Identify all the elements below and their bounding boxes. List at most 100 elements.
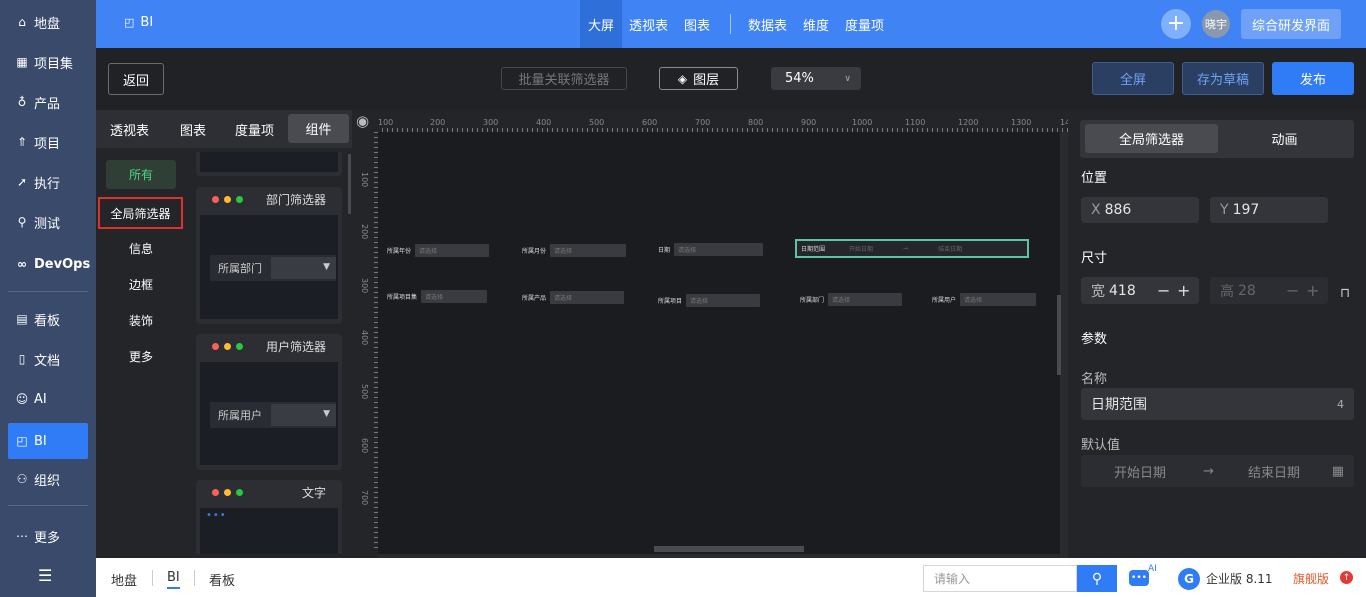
- ellipsis-icon: •••: [206, 510, 227, 521]
- filter-select[interactable]: 请选择: [550, 244, 627, 257]
- filter-select[interactable]: 请选择: [550, 291, 625, 304]
- back-button[interactable]: 返回: [108, 63, 164, 95]
- filter-user[interactable]: 所属用户 请选择: [932, 293, 1037, 306]
- nav-item-product[interactable]: ♁ 产品: [0, 84, 96, 120]
- upgrade-icon[interactable]: ↑: [1340, 571, 1353, 584]
- ruler-label: 300: [360, 278, 369, 294]
- filter-select[interactable]: 请选择: [686, 294, 761, 307]
- category-decoration[interactable]: 装饰: [106, 312, 176, 329]
- filter-project[interactable]: 所属项目 请选择: [658, 294, 761, 307]
- category-global-filter[interactable]: 全局筛选器: [98, 197, 183, 229]
- nav-item-execution[interactable]: ➚ 执行: [0, 164, 96, 200]
- tab-metric[interactable]: 度量项: [837, 0, 892, 48]
- width-input[interactable]: 宽 418 − +: [1081, 277, 1199, 304]
- canvas-scrollbar-horizontal[interactable]: [654, 546, 804, 552]
- ruler-label: 500: [360, 384, 369, 400]
- ai-chat-icon[interactable]: •••: [1129, 570, 1149, 586]
- left-nav: ⌂ 地盘 ▦ 项目集 ♁ 产品 ⇑ 项目 ➚ 执行 ⚲ 测试 ∞ DevOps ▤ 看板 ▯ 文档…: [0, 0, 96, 597]
- bulb-icon: ♁: [17, 95, 27, 109]
- nav-item-org[interactable]: ⚇ 组织: [0, 461, 96, 497]
- char-count: 4: [1337, 397, 1344, 411]
- search-input[interactable]: 请输入: [923, 565, 1077, 592]
- nav-item-kanban[interactable]: ▤ 看板: [0, 301, 96, 337]
- tab-dimension[interactable]: 维度: [795, 0, 837, 48]
- tab-chart[interactable]: 图表: [676, 0, 718, 48]
- top-bar: ◰ BI 大屏 透视表 图表 数据表 维度 度量项 + 晓宇 综合研发界面: [96, 0, 1366, 48]
- screen-canvas[interactable]: [378, 132, 1060, 554]
- publish-button[interactable]: 发布: [1272, 62, 1354, 95]
- component-card-text[interactable]: 文字 •••: [196, 480, 342, 554]
- nav-item-bi[interactable]: ◰ BI: [8, 423, 88, 459]
- category-border[interactable]: 边框: [106, 276, 176, 293]
- nav-item-devops[interactable]: ∞ DevOps: [0, 246, 96, 282]
- nav-item-project[interactable]: ⇑ 项目: [0, 124, 96, 160]
- card-title: 部门筛选器: [265, 192, 326, 207]
- tab-datatable[interactable]: 数据表: [740, 0, 795, 48]
- filter-date-range-selected[interactable]: 日期范围 开始日期 → 结束日期: [795, 239, 1029, 258]
- add-icon[interactable]: +: [1161, 9, 1191, 39]
- filter-dept[interactable]: 所属部门 请选择: [800, 293, 903, 306]
- y-input[interactable]: Y 197: [1210, 197, 1328, 223]
- avatar[interactable]: 晓宇: [1202, 10, 1230, 38]
- layers-button[interactable]: ◈ 图层: [659, 67, 738, 90]
- tab-global-filter[interactable]: 全局筛选器: [1085, 124, 1218, 153]
- x-input[interactable]: X 886: [1081, 197, 1199, 223]
- card-preview: 所属用户 ▼: [200, 362, 338, 465]
- eye-icon[interactable]: ◉: [356, 112, 369, 130]
- nav-item-doc[interactable]: ▯ 文档: [0, 341, 96, 377]
- fullscreen-button[interactable]: 全屏: [1092, 62, 1174, 95]
- panel-tab-component[interactable]: 组件: [288, 114, 349, 143]
- nav-item-dashboard[interactable]: ⌂ 地盘: [0, 4, 96, 40]
- panel-scrollbar[interactable]: [348, 154, 351, 214]
- category-info[interactable]: 信息: [106, 240, 176, 257]
- component-card-dept-filter[interactable]: 部门筛选器 所属部门 ▼: [196, 187, 342, 324]
- filter-select[interactable]: 请选择: [960, 293, 1037, 306]
- filter-year[interactable]: 所属年份 请选择: [387, 244, 490, 257]
- filter-select[interactable]: 请选择: [415, 244, 490, 257]
- calendar-icon[interactable]: ▦: [1332, 464, 1344, 479]
- filter-month[interactable]: 所属月份 请选择: [522, 244, 627, 257]
- flagship-link[interactable]: 旗舰版: [1293, 570, 1329, 587]
- collapse-menu-icon[interactable]: ☰: [38, 566, 52, 585]
- filter-program[interactable]: 所属项目集 请选择: [387, 290, 488, 303]
- component-card-user-filter[interactable]: 用户筛选器 所属用户 ▼: [196, 334, 342, 470]
- panel-tab-chart[interactable]: 图表: [180, 120, 206, 139]
- filter-select[interactable]: 请选择: [828, 293, 903, 306]
- search-button[interactable]: ⚲: [1077, 565, 1117, 592]
- nav-item-program[interactable]: ▦ 项目集: [0, 44, 96, 80]
- breadcrumb-kanban[interactable]: 看板: [209, 570, 235, 589]
- tab-animation[interactable]: 动画: [1218, 124, 1351, 153]
- filter-product[interactable]: 所属产品 请选择: [522, 291, 625, 304]
- lock-icon[interactable]: ⊓: [1340, 286, 1350, 301]
- save-draft-button[interactable]: 存为草稿: [1182, 62, 1264, 95]
- edition-label[interactable]: 企业版 8.11: [1206, 570, 1273, 587]
- card-preview: 所属部门 ▼: [200, 215, 338, 319]
- default-date-range[interactable]: 开始日期 → 结束日期 ▦: [1081, 455, 1354, 487]
- category-more[interactable]: 更多: [106, 348, 176, 365]
- panel-tab-pivot[interactable]: 透视表: [110, 120, 149, 139]
- nav-item-test[interactable]: ⚲ 测试: [0, 204, 96, 240]
- filter-select[interactable]: 请选择: [421, 290, 488, 303]
- canvas-scrollbar-vertical[interactable]: [1057, 295, 1061, 375]
- breadcrumb-bi[interactable]: BI: [167, 570, 180, 589]
- plus-icon[interactable]: +: [1177, 281, 1190, 300]
- component-card-partial[interactable]: [196, 152, 342, 176]
- nav-item-more[interactable]: ⋯ 更多: [0, 518, 96, 554]
- more-icon: ⋯: [16, 529, 28, 543]
- batch-filter-button[interactable]: 批量关联筛选器: [501, 67, 627, 90]
- panel-tab-metric[interactable]: 度量项: [235, 120, 274, 139]
- category-all[interactable]: 所有: [106, 160, 176, 189]
- name-input[interactable]: 日期范围 4: [1081, 388, 1354, 420]
- card-title: 文字: [301, 485, 326, 500]
- zoom-select[interactable]: 54% ∨: [771, 67, 861, 90]
- filter-select[interactable]: 请选择: [674, 243, 764, 256]
- tab-pivot[interactable]: 透视表: [621, 0, 676, 48]
- product-switch-button[interactable]: 综合研发界面: [1241, 9, 1341, 39]
- ruler-label: 700: [360, 490, 369, 506]
- nav-item-ai[interactable]: ☺ AI: [0, 381, 96, 417]
- tab-screen[interactable]: 大屏: [580, 0, 622, 48]
- bi-icon: ◰: [124, 16, 135, 29]
- minus-icon[interactable]: −: [1157, 281, 1170, 300]
- filter-date[interactable]: 日期 请选择: [658, 243, 764, 256]
- breadcrumb-dashboard[interactable]: 地盘: [111, 570, 137, 589]
